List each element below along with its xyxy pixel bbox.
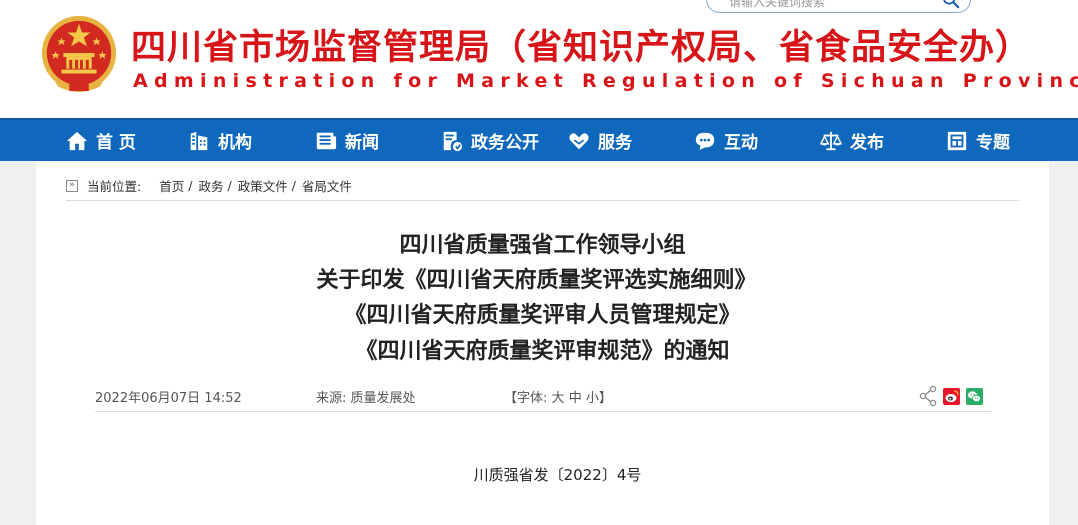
search-box[interactable]: 请输入关键词搜索	[706, 0, 971, 13]
service-icon	[569, 132, 589, 149]
font-size-controls: 【字体: 大 中 小】	[504, 387, 612, 406]
scales-icon	[820, 131, 842, 150]
nav-item-organization[interactable]: 机构	[188, 120, 252, 161]
nav-label: 新闻	[345, 133, 379, 153]
weibo-icon[interactable]	[943, 388, 960, 405]
font-small-button[interactable]: 小	[586, 391, 599, 406]
article-source: 来源: 质量发展处	[316, 387, 416, 406]
article-title-line: 《四川省天府质量奖评审人员管理规定》	[344, 302, 741, 328]
font-label-close: 】	[598, 391, 612, 406]
nav-item-interaction[interactable]: 互动	[694, 120, 758, 161]
national-emblem-icon[interactable]	[40, 14, 118, 94]
nav-label: 政务公开	[471, 133, 539, 153]
breadcrumb-government[interactable]: 政务	[198, 176, 223, 195]
site-subtitle: Administration for Market Regulation of …	[133, 70, 1078, 92]
publish-date: 2022年06月07日 14:52	[95, 391, 242, 406]
chat-icon	[695, 132, 715, 150]
main-nav: 首 页 机构 新闻 政务公开 服务 互动 发布 专题	[0, 118, 1078, 161]
nav-label: 发布	[850, 133, 884, 153]
breadcrumb-label: 当前位置:	[87, 179, 142, 194]
breadcrumb-policy-files[interactable]: 政策文件	[238, 176, 288, 195]
wechat-icon[interactable]	[966, 388, 983, 405]
search-input[interactable]: 请输入关键词搜索	[729, 0, 825, 10]
news-icon	[316, 132, 337, 149]
font-label-open: 【字体:	[504, 391, 548, 406]
nav-label: 服务	[598, 133, 632, 153]
article-meta: 2022年06月07日 14:52 来源: 质量发展处 【字体: 大 中 小】	[95, 385, 991, 412]
nav-item-topics[interactable]: 专题	[946, 120, 1010, 161]
nav-label: 首 页	[96, 133, 136, 153]
site-title: 四川省市场监督管理局（省知识产权局、省食品安全办）	[131, 28, 1032, 68]
article-title-line: 四川省质量强省工作领导小组	[399, 232, 686, 258]
document-number: 川质强省发〔2022〕4号	[473, 466, 642, 484]
government-icon	[443, 131, 463, 151]
source-label: 来源:	[316, 391, 347, 406]
nav-item-publish[interactable]: 发布	[820, 120, 884, 161]
article-title-line: 关于印发《四川省天府质量奖评选实施细则》	[316, 267, 757, 293]
share-icon[interactable]	[919, 385, 937, 407]
breadcrumb-home[interactable]: 首页	[159, 176, 184, 195]
nav-label: 互动	[724, 133, 758, 153]
topic-icon	[947, 131, 967, 150]
article-container: » 当前位置: 首页 / 政务 / 政策文件 / 省局文件 四川省质量强省工作领导小组…	[36, 161, 1049, 525]
search-icon[interactable]	[942, 0, 960, 9]
nav-item-service[interactable]: 服务	[568, 120, 632, 161]
nav-label: 专题	[976, 133, 1010, 153]
building-icon	[190, 131, 208, 150]
nav-item-government[interactable]: 政务公开	[441, 120, 539, 161]
site-header: 请输入关键词搜索 四川省市场监督管理局（省知识产权局、省食品安全办） Admin…	[0, 0, 1078, 118]
location-icon: »	[66, 179, 78, 192]
article-title-line: 《四川省天府质量奖评审规范》的通知	[355, 338, 730, 364]
font-large-button[interactable]: 大	[552, 391, 565, 406]
nav-label: 机构	[218, 133, 252, 153]
source-value: 质量发展处	[350, 391, 416, 406]
font-medium-button[interactable]: 中	[569, 391, 582, 406]
nav-item-home[interactable]: 首 页	[66, 120, 136, 161]
home-icon	[66, 131, 88, 150]
nav-item-news[interactable]: 新闻	[315, 120, 379, 161]
breadcrumb-bureau-files[interactable]: 省局文件	[302, 176, 352, 195]
breadcrumb: » 当前位置: 首页 / 政务 / 政策文件 / 省局文件	[66, 171, 1019, 201]
